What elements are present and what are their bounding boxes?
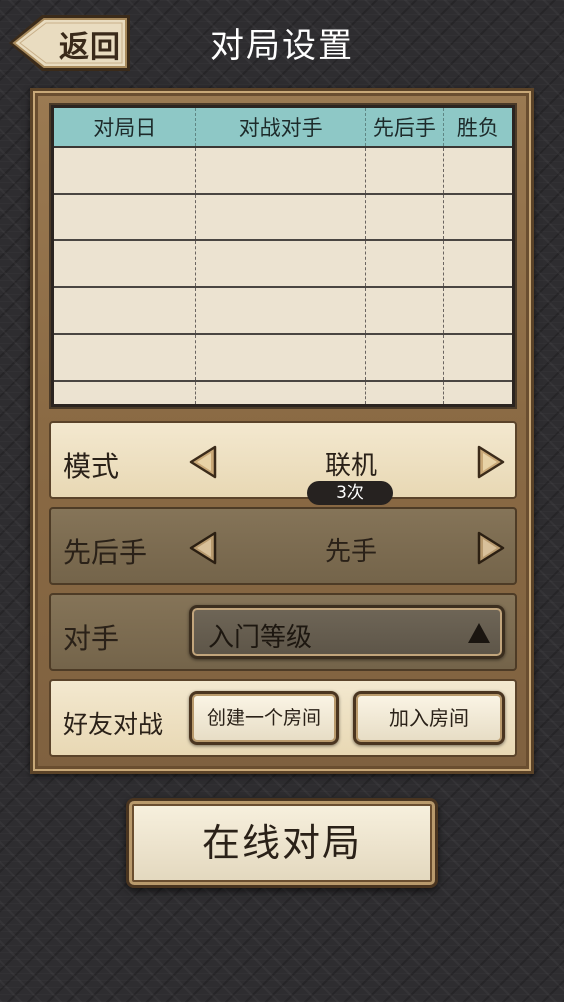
table-cell bbox=[365, 147, 444, 195]
table-cell bbox=[443, 147, 512, 195]
mode-prev-arrow-icon[interactable] bbox=[189, 445, 217, 479]
table-cell bbox=[195, 380, 366, 404]
table-cell bbox=[443, 287, 512, 335]
opponent-row: 对手 入门等级 bbox=[49, 593, 517, 671]
table-row bbox=[54, 287, 512, 335]
table-cell bbox=[195, 240, 366, 289]
table-cell bbox=[365, 240, 444, 289]
table-cell bbox=[54, 147, 197, 195]
table-row bbox=[54, 333, 512, 382]
column-header-date: 对局日 bbox=[54, 108, 197, 148]
match-history-table: 对局日 对战对手 先后手 胜负 bbox=[54, 108, 512, 404]
turn-order-label: 先后手 bbox=[63, 536, 148, 569]
table-cell bbox=[54, 333, 197, 382]
table-header-row: 对局日 对战对手 先后手 胜负 bbox=[54, 108, 512, 148]
column-header-result: 胜负 bbox=[443, 108, 512, 148]
table-cell bbox=[195, 333, 366, 382]
online-match-button[interactable]: 在线对局 bbox=[126, 798, 438, 888]
opponent-level-dropdown[interactable]: 入门等级 bbox=[189, 605, 505, 659]
opponent-level-value: 入门等级 bbox=[208, 623, 313, 653]
join-room-button[interactable]: 加入房间 bbox=[353, 691, 505, 745]
column-header-turn-order: 先后手 bbox=[365, 108, 444, 148]
mode-next-arrow-icon[interactable] bbox=[477, 445, 505, 479]
turn-order-row: 先后手 先手 bbox=[49, 507, 517, 585]
table-cell bbox=[443, 333, 512, 382]
create-room-button[interactable]: 创建一个房间 bbox=[189, 691, 339, 745]
friend-battle-label: 好友对战 bbox=[63, 710, 164, 739]
history-table-frame: 对局日 对战对手 先后手 胜负 bbox=[49, 103, 517, 409]
table-cell bbox=[195, 287, 366, 335]
table-row bbox=[54, 240, 512, 289]
table-cell bbox=[443, 381, 512, 404]
mode-row: 模式 联机 3次 bbox=[49, 421, 517, 505]
table-cell bbox=[443, 240, 512, 289]
table-cell bbox=[365, 333, 444, 382]
table-cell bbox=[54, 193, 197, 242]
table-cell bbox=[195, 193, 366, 242]
table-cell bbox=[365, 287, 444, 335]
turn-order-value: 先手 bbox=[324, 537, 377, 567]
table-cell bbox=[195, 147, 366, 195]
table-row bbox=[54, 193, 512, 242]
mode-label: 模式 bbox=[63, 450, 120, 483]
table-cell bbox=[443, 193, 512, 242]
mode-value: 联机 bbox=[324, 451, 377, 481]
column-header-opponent: 对战对手 bbox=[195, 108, 366, 148]
table-cell bbox=[365, 380, 444, 404]
settings-panel: 对局日 对战对手 先后手 胜负 模式 联机 3次 先后手 先手 对手 入门等级 … bbox=[30, 88, 534, 774]
opponent-label: 对手 bbox=[63, 622, 120, 655]
table-cell bbox=[54, 287, 197, 335]
table-row bbox=[54, 380, 512, 404]
page-title: 对局设置 bbox=[210, 26, 354, 66]
table-cell bbox=[365, 193, 444, 242]
turn-order-next-arrow-icon[interactable] bbox=[477, 531, 505, 565]
caret-up-icon bbox=[468, 623, 490, 643]
table-cell bbox=[54, 240, 197, 289]
mode-count-badge: 3次 bbox=[307, 481, 393, 505]
table-row bbox=[54, 147, 512, 195]
turn-order-prev-arrow-icon[interactable] bbox=[189, 531, 217, 565]
table-cell bbox=[54, 380, 197, 404]
friend-battle-row: 好友对战 创建一个房间 加入房间 bbox=[49, 679, 517, 757]
